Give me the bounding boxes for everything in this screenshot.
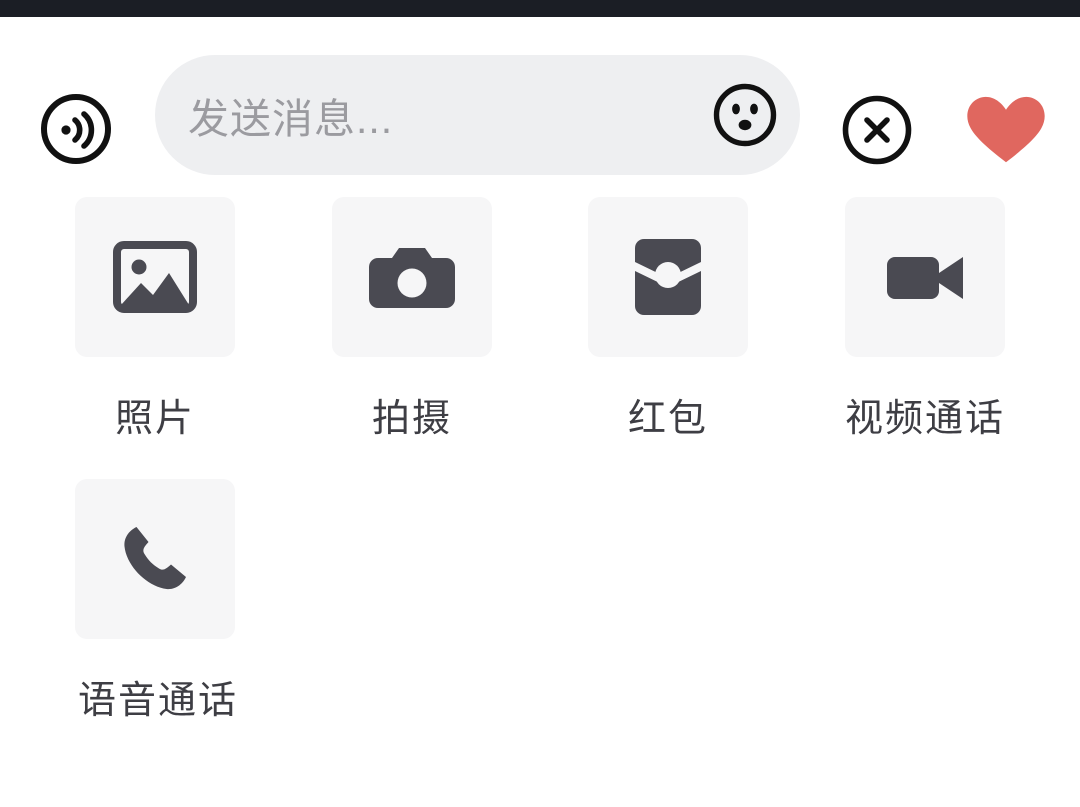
voice-wave-circle-icon[interactable] — [40, 93, 112, 165]
action-item-label: 红包 — [627, 398, 708, 440]
action-item-label: 语音通话 — [78, 680, 239, 722]
close-circle-icon[interactable] — [841, 94, 913, 166]
action-shortcut-grid: 照片 拍摄 红包 视频通话 语音通话 — [0, 197, 1080, 761]
smiley-face-icon[interactable] — [712, 82, 778, 148]
action-grid-row: 语音通话 — [0, 479, 1080, 761]
camera-icon[interactable] — [332, 197, 492, 357]
photo-image-icon[interactable] — [75, 197, 235, 357]
action-item-label: 照片 — [114, 398, 195, 440]
action-item-video-call[interactable]: 视频通话 — [845, 197, 1005, 442]
action-grid-row: 照片 拍摄 红包 视频通话 — [0, 197, 1080, 479]
phone-handset-icon[interactable] — [75, 479, 235, 639]
action-item-camera[interactable]: 拍摄 — [332, 197, 492, 442]
action-item-red-envelope[interactable]: 红包 — [588, 197, 748, 442]
message-input-placeholder: 发送消息... — [188, 96, 394, 142]
video-camera-icon[interactable] — [845, 197, 1005, 357]
message-input-bar: 发送消息... — [0, 17, 1080, 197]
action-item-voice-call[interactable]: 语音通话 — [75, 479, 239, 724]
action-item-photo[interactable]: 照片 — [75, 197, 235, 442]
heart-icon[interactable] — [962, 95, 1050, 165]
status-bar — [0, 0, 1080, 17]
message-input[interactable]: 发送消息... — [155, 55, 800, 175]
action-item-label: 拍摄 — [371, 398, 452, 440]
action-item-label: 视频通话 — [845, 398, 1006, 440]
red-envelope-icon[interactable] — [588, 197, 748, 357]
chat-input-panel-screen: 发送消息... 照片 拍摄 红包 视频通话 语音通话 — [0, 0, 1080, 807]
